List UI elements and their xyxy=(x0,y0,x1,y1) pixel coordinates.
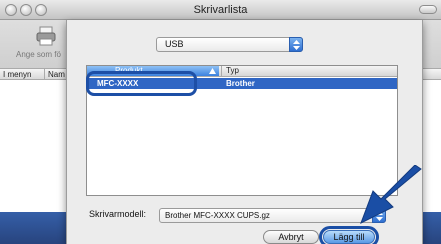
sort-ascending-icon xyxy=(209,68,216,74)
column-header-name[interactable]: Nam xyxy=(44,69,65,80)
select-arrows-icon xyxy=(289,37,303,52)
column-header-type[interactable]: Typ xyxy=(221,66,281,76)
printer-model-select[interactable]: Brother MFC-XXXX CUPS.gz xyxy=(159,208,386,223)
title-bar: Skrivarlista xyxy=(0,0,441,20)
connection-type-select[interactable]: USB xyxy=(156,37,303,52)
printer-icon xyxy=(36,26,56,46)
printer-model-value: Brother MFC-XXXX CUPS.gz xyxy=(165,211,270,220)
highlight-callout xyxy=(319,226,379,244)
column-header-in-menu[interactable]: I menyn xyxy=(3,69,31,80)
printer-model-label: Skrivarmodell: xyxy=(89,209,147,219)
toolbar-toggle-button[interactable] xyxy=(419,5,437,14)
make-default-label: Ange som fö xyxy=(16,50,61,59)
connection-type-value: USB xyxy=(165,39,184,49)
pointer-arrow-icon xyxy=(360,165,422,225)
window-title: Skrivarlista xyxy=(193,4,248,16)
highlight-callout xyxy=(86,71,197,96)
cancel-button[interactable]: Avbryt xyxy=(263,230,319,244)
printer-row-type: Brother xyxy=(226,79,255,88)
